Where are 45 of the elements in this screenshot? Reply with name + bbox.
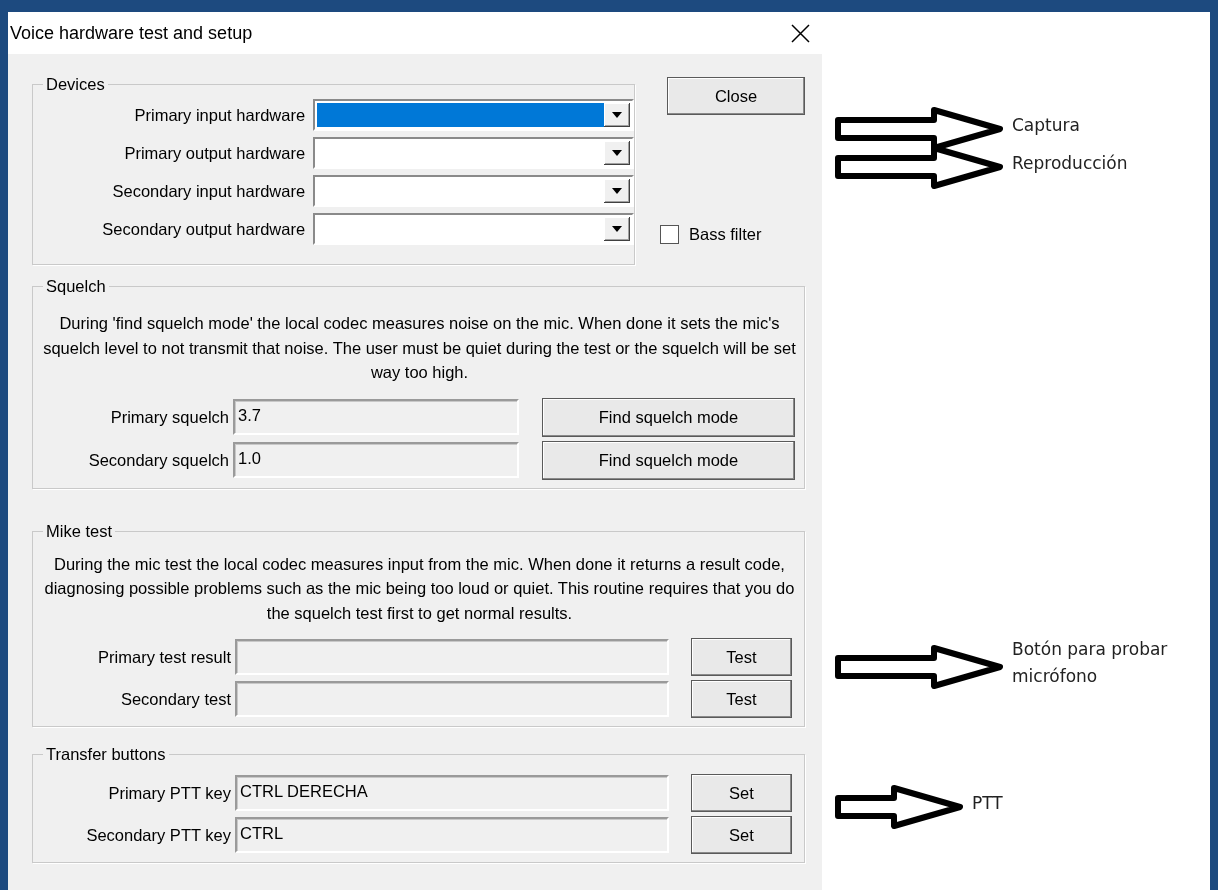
field-label: Secondary squelch	[87, 449, 229, 471]
caret-icon	[612, 150, 622, 156]
dropdown-field[interactable]	[313, 99, 634, 131]
caret-icon	[612, 226, 622, 232]
dropdown-field[interactable]	[313, 137, 634, 169]
field-label: Primary output hardware	[123, 142, 306, 164]
annotation-text: Reproducción	[1012, 152, 1128, 175]
dropdown-button[interactable]	[604, 141, 630, 165]
caret-icon	[612, 188, 622, 194]
dropdown-button[interactable]	[604, 217, 630, 241]
annotation-text: Botón para probar micrófono	[1012, 638, 1169, 688]
action-button[interactable]: Find squelch mode	[542, 397, 795, 437]
caret-icon	[612, 112, 622, 118]
field-label: Secondary output hardware	[101, 218, 306, 240]
checkbox-label: Bass filter	[689, 224, 762, 246]
description-text: During the mic test the local codec measures input from the mic. When done it returns a result code, diagnosing possible problems such as the mic being too loud or quiet. This routine requires that you do the squelch test first to get normal results.	[43, 553, 796, 624]
action-button[interactable]: Set	[691, 774, 792, 812]
action-button[interactable]: Set	[691, 816, 792, 854]
text-field[interactable]	[235, 681, 669, 717]
annotation-text: PTT	[972, 792, 1003, 815]
action-button[interactable]: Test	[691, 638, 792, 676]
description-text: During 'find squelch mode' the local codec measures noise on the mic. When done it sets the mic's squelch level to not transmit that noise. The user must be quiet during the test or the squelch will be set way too high.	[42, 313, 797, 383]
field-label: Secondary PTT key	[85, 824, 231, 846]
close-icon[interactable]	[791, 23, 810, 43]
checkbox[interactable]	[660, 225, 679, 245]
field-label: Secondary test	[119, 688, 231, 710]
field-label: Primary input hardware	[133, 104, 306, 126]
dropdown-button[interactable]	[604, 179, 630, 203]
dropdown-field[interactable]	[313, 175, 634, 207]
dropdown-field[interactable]	[313, 213, 634, 245]
text-field[interactable]: CTRL DERECHA	[235, 775, 669, 811]
text-field[interactable]	[235, 639, 669, 675]
action-button[interactable]: Find squelch mode	[542, 440, 795, 480]
window-title: Voice hardware test and setup	[10, 21, 253, 45]
action-button[interactable]: Test	[691, 680, 792, 718]
text-field[interactable]: CTRL	[235, 817, 669, 853]
text-field[interactable]: 3.7	[233, 399, 519, 435]
field-label: Primary PTT key	[107, 782, 231, 804]
close-button[interactable]: Close	[667, 77, 805, 115]
field-label: Primary test result	[97, 646, 231, 668]
field-label: Primary squelch	[109, 406, 229, 428]
field-label: Secondary input hardware	[111, 180, 306, 202]
annotation-text: Captura	[1012, 114, 1080, 137]
text-field[interactable]: 1.0	[233, 442, 519, 478]
dropdown-button[interactable]	[604, 103, 630, 127]
